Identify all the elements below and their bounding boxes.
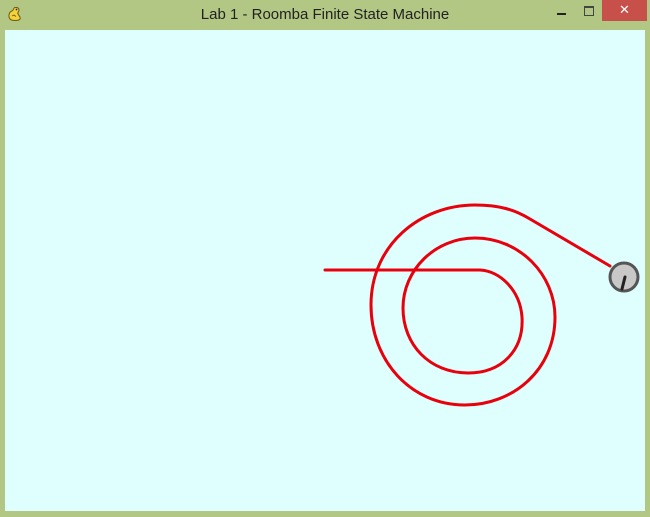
pygame-snake-icon[interactable] xyxy=(7,6,23,22)
close-button[interactable]: ✕ xyxy=(602,0,647,21)
minimize-icon xyxy=(557,12,566,15)
simulation-canvas[interactable] xyxy=(5,30,645,511)
maximize-button[interactable] xyxy=(575,0,602,21)
trajectory-path xyxy=(323,203,612,407)
simulation-scene xyxy=(323,203,640,407)
minimize-button[interactable] xyxy=(548,0,575,21)
close-icon: ✕ xyxy=(619,3,630,18)
roomba-robot xyxy=(608,261,640,293)
maximize-icon xyxy=(583,5,594,16)
app-window: Lab 1 - Roomba Finite State Machine ✕ xyxy=(0,0,650,517)
title-bar[interactable]: Lab 1 - Roomba Finite State Machine ✕ xyxy=(0,0,650,30)
